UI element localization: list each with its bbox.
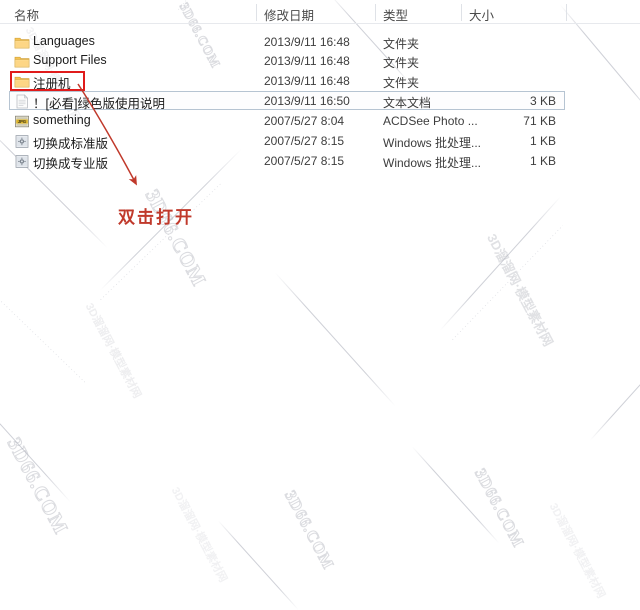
folder-icon <box>14 35 30 50</box>
file-date: 2007/5/27 8:15 <box>264 134 345 148</box>
file-name[interactable]: 切换成专业版 <box>33 153 108 172</box>
table-row[interactable]: Support Files 2013/9/11 16:48 文件夹 <box>0 52 640 71</box>
file-date: 2013/9/11 16:48 <box>264 54 350 68</box>
batch-file-icon <box>14 134 30 149</box>
text-file-icon <box>14 94 30 109</box>
table-row[interactable]: Languages 2013/9/11 16:48 文件夹 <box>0 33 640 52</box>
file-date: 2007/5/27 8:15 <box>264 154 345 168</box>
column-header-size[interactable]: 大小 <box>469 5 494 24</box>
column-header-date[interactable]: 修改日期 <box>264 5 314 24</box>
column-divider[interactable] <box>461 4 462 21</box>
folder-icon <box>14 74 30 89</box>
file-name[interactable]: 注册机 <box>33 73 71 92</box>
column-divider[interactable] <box>375 4 376 21</box>
file-date: 2007/5/27 8:04 <box>264 114 345 128</box>
file-list-view[interactable]: 名称 修改日期 类型 大小 Languages 2013/9/11 16:48 … <box>0 0 640 558</box>
file-type: 文本文档 <box>383 96 432 110</box>
file-size: 1 KB <box>529 134 556 148</box>
file-size: 3 KB <box>529 94 556 108</box>
file-date: 2013/9/11 16:48 <box>264 74 350 88</box>
column-header-type[interactable]: 类型 <box>383 5 408 24</box>
column-divider[interactable] <box>256 4 257 21</box>
file-size: 1 KB <box>529 154 556 168</box>
svg-text:JPG: JPG <box>18 119 26 124</box>
file-type: 文件夹 <box>383 37 420 51</box>
table-row[interactable]: 切换成专业版 2007/5/27 8:15 Windows 批处理... 1 K… <box>0 152 640 171</box>
table-row-selected[interactable]: ！[必看]绿色版使用说明 2013/9/11 16:50 文本文档 3 KB <box>0 91 640 112</box>
column-divider[interactable] <box>566 4 567 21</box>
file-name[interactable]: something <box>33 113 91 127</box>
file-date: 2013/9/11 16:50 <box>264 94 350 108</box>
file-date: 2013/9/11 16:48 <box>264 35 350 49</box>
file-size: 71 KB <box>523 114 556 128</box>
file-name[interactable]: 切换成标准版 <box>33 133 108 152</box>
file-name[interactable]: Languages <box>33 34 95 48</box>
table-row[interactable]: 切换成标准版 2007/5/27 8:15 Windows 批处理... 1 K… <box>0 132 640 151</box>
table-row-keygen-folder[interactable]: 注册机 2013/9/11 16:48 文件夹 <box>0 72 640 91</box>
column-header-name[interactable]: 名称 <box>14 5 39 24</box>
folder-icon <box>14 54 30 69</box>
header-underline <box>0 23 640 24</box>
batch-file-icon <box>14 154 30 169</box>
jpg-image-icon: JPG <box>14 114 30 129</box>
file-name[interactable]: Support Files <box>33 53 107 67</box>
file-type: 文件夹 <box>383 76 420 90</box>
table-row[interactable]: JPG something 2007/5/27 8:04 ACDSee Phot… <box>0 112 640 131</box>
file-type: 文件夹 <box>383 56 420 70</box>
file-name[interactable]: ！[必看]绿色版使用说明 <box>33 93 165 112</box>
